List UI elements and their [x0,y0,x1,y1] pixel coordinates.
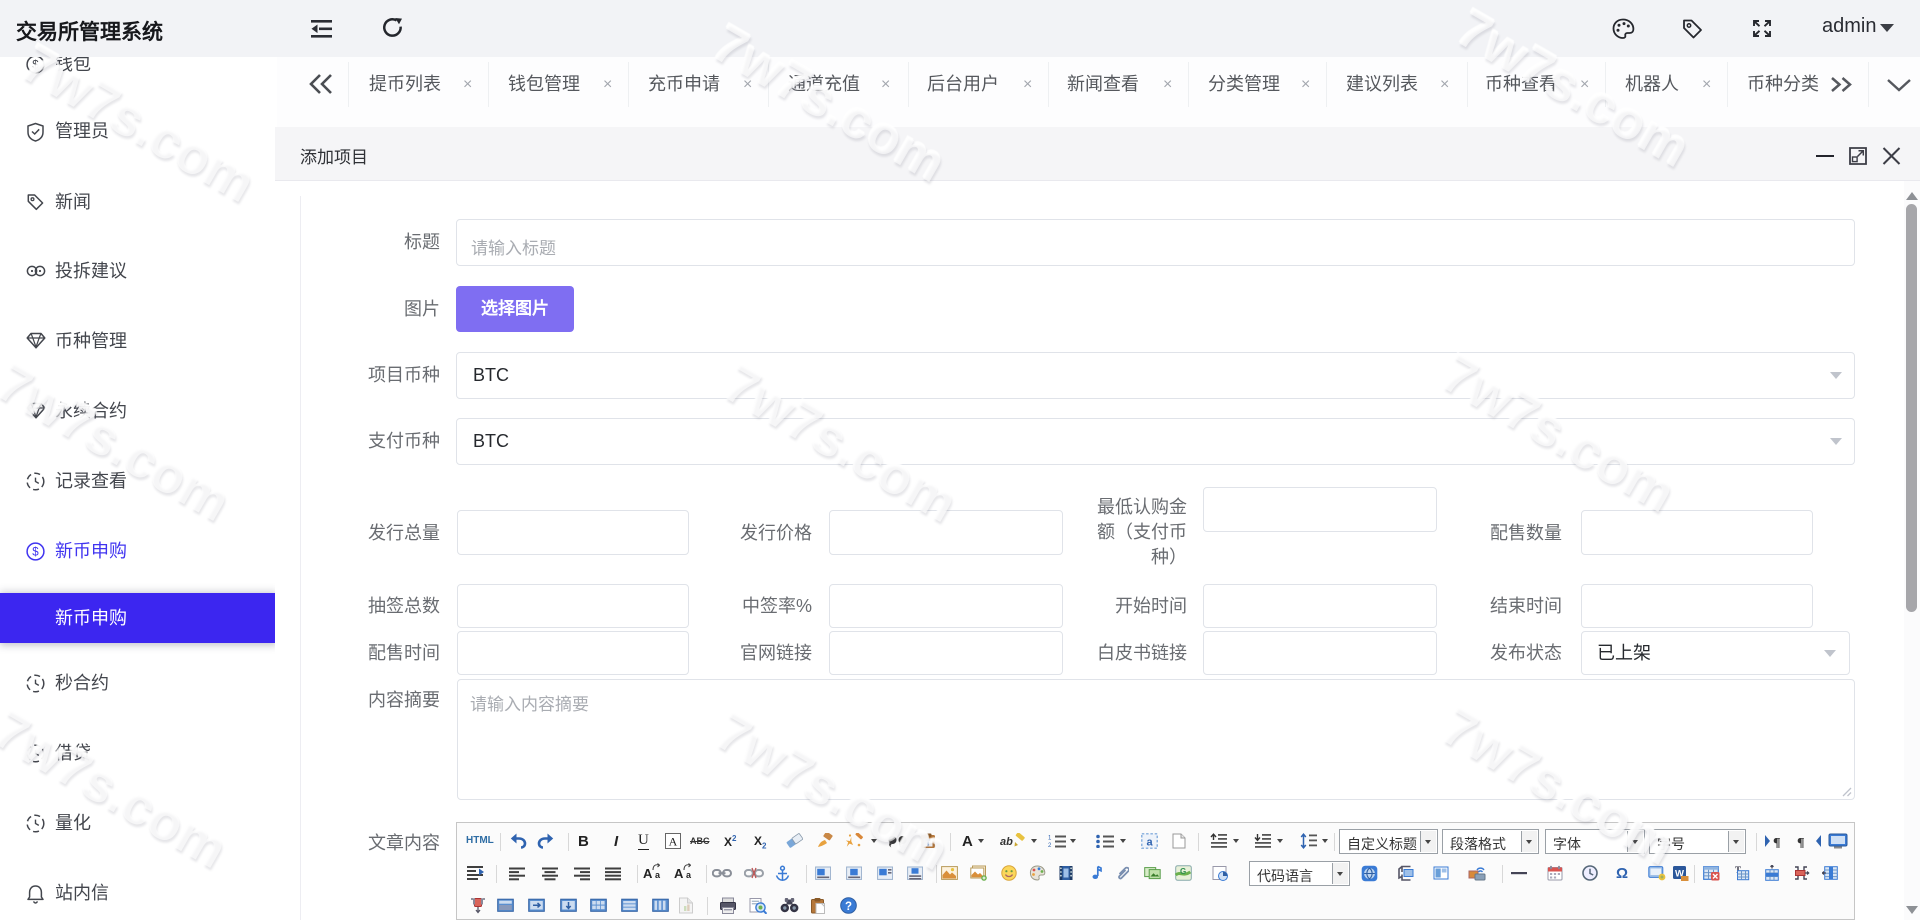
svg-text:1: 1 [1048,836,1052,842]
svg-text:$: $ [32,547,39,559]
svg-text:A: A [669,835,678,849]
svg-text:¶: ¶ [1797,836,1805,848]
svg-text:a: a [1146,837,1153,849]
svg-text:$: $ [32,60,39,72]
svg-text:¶: ¶ [1773,836,1781,848]
svg-text:G: G [1180,867,1186,876]
svg-text:T: T [925,837,931,847]
svg-text:2: 2 [1048,843,1052,848]
svg-text:?: ? [845,901,852,913]
